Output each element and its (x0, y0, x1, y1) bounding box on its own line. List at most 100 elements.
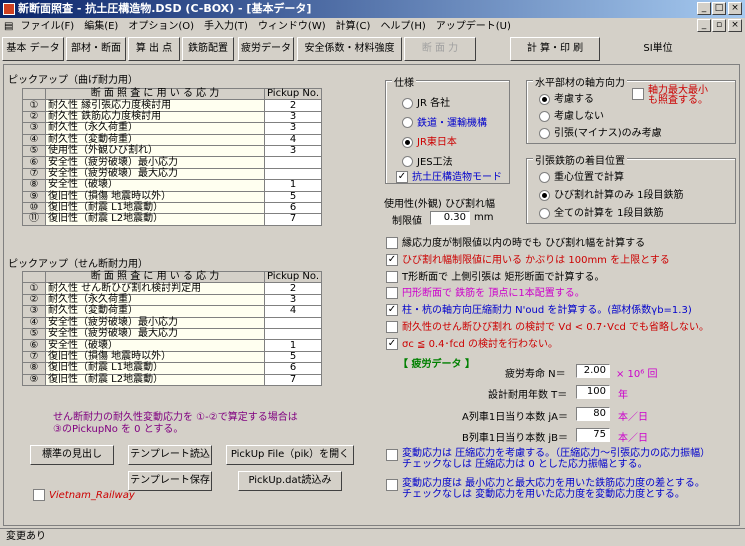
row-stress-label[interactable]: 耐久性 せん断ひび割れ検討判定用 (45, 282, 265, 295)
row-stress-label[interactable]: 耐久性（変動荷重） (45, 133, 265, 146)
rebar-option-0[interactable]: 重心位置で計算 (539, 169, 684, 187)
spec-option-1[interactable]: 鉄道・運輸機構 (402, 114, 487, 134)
row-pickup-no[interactable]: 4 (263, 305, 323, 318)
spec-option-0[interactable]: JR 各社 (402, 94, 487, 114)
pickup-dat-button[interactable]: PickUp.dat読込み (238, 471, 342, 491)
menu-item-7[interactable]: アップデート(U) (436, 21, 511, 32)
tab-calc-points[interactable]: 算 出 点 (128, 37, 180, 61)
tab-section-force[interactable]: 断 面 力 (404, 37, 476, 61)
menu-item-0[interactable]: ファイル(F) (21, 21, 75, 32)
fatigue-check-1[interactable]: 変動応力度は 最小応力と最大応力を用いた鉄筋応力度の差とする。 チェックなしは … (386, 478, 736, 500)
option-check-4[interactable]: ✓ 柱・杭の軸方向圧縮耐力 N'oud を計算する。(部材係数γb=1.3) (386, 303, 709, 320)
fatigue-check-0[interactable]: 変動応力は 圧縮応力を考慮する。（圧縮応力～引張応力の応力振幅） チェックなしは… (386, 448, 736, 470)
row-pickup-no[interactable] (263, 327, 323, 341)
axial-max-min-check[interactable] (632, 88, 644, 100)
row-stress-label[interactable]: 復旧性（耐震 L2地震動） (45, 213, 265, 226)
checkbox-icon[interactable] (386, 237, 398, 249)
row-pickup-no[interactable]: 7 (263, 213, 323, 226)
radio-icon[interactable] (539, 189, 550, 201)
row-stress-label[interactable]: 安全性（疲労破壊）最小応力 (45, 316, 265, 329)
radio-icon[interactable] (402, 136, 413, 148)
option-check-5[interactable]: 耐久性のせん断ひび割れ の検討で Vd < 0.7･Vcd でも省略しない。 (386, 320, 709, 337)
row-pickup-no[interactable] (263, 316, 323, 329)
option-check-3[interactable]: 円形断面で 鉄筋を 頂点に1本配置する。 (386, 286, 709, 303)
template-load-button[interactable]: テンプレート読込 (128, 445, 212, 465)
menu-item-5[interactable]: 計算(C) (336, 21, 371, 32)
row-stress-label[interactable]: 復旧性（耐震 L1地震動） (45, 362, 265, 375)
row-pickup-no[interactable]: 2 (263, 282, 323, 295)
row-stress-label[interactable]: 耐久性（変動荷重） (45, 305, 265, 318)
row-stress-label[interactable]: 復旧性（損傷 地震時以外） (45, 350, 265, 364)
vietnam-checkbox-box[interactable] (33, 489, 45, 501)
close-icon[interactable]: × (728, 2, 742, 15)
checkbox-icon[interactable]: ✓ (386, 253, 398, 266)
row-stress-label[interactable]: 耐久性 鉄筋応力度検討用 (45, 110, 265, 124)
row-stress-label[interactable]: 安全性（疲労破壊）最大応力 (45, 167, 265, 181)
axial-max-min-checkbox[interactable] (632, 88, 648, 100)
menu-item-4[interactable]: ウィンドウ(W) (258, 21, 326, 32)
mdi-minimize-icon[interactable]: _ (697, 19, 711, 32)
row-stress-label[interactable]: 耐久性 縁引張応力度検討用 (45, 99, 265, 112)
option-check-6[interactable]: ✓ σc ≦ 0.4･fcd の検討を行わない。 (386, 337, 709, 354)
design-years-input[interactable]: 100 (576, 385, 610, 399)
row-stress-label[interactable]: 安全性（破壊） (45, 179, 265, 192)
spec-option-2[interactable]: JR東日本 (402, 133, 487, 153)
axial-option-2[interactable]: 引張(マイナス)のみ考慮 (539, 125, 662, 142)
row-pickup-no[interactable]: 5 (263, 350, 323, 364)
crack-limit-input[interactable]: 0.30 (430, 211, 470, 225)
option-check-1[interactable]: ✓ ひび割れ幅制限値に用いる かぶりは 100mm を上限とする (386, 253, 709, 270)
tab-fatigue-data[interactable]: 疲労データ (238, 37, 294, 61)
menu-item-1[interactable]: 編集(E) (84, 21, 118, 32)
fatigue-life-input[interactable]: 2.00 (576, 364, 610, 378)
tab-rebar-layout[interactable]: 鉄筋配置 (182, 37, 234, 61)
checkbox-icon[interactable] (386, 449, 398, 461)
radio-icon[interactable] (539, 207, 550, 219)
row-stress-label[interactable]: 耐久性（永久荷重） (45, 122, 265, 135)
row-pickup-no[interactable]: 3 (263, 293, 323, 307)
tab-basic-data[interactable]: 基本 データ (2, 37, 64, 61)
axial-option-1[interactable]: 考慮しない (539, 108, 662, 125)
tab-safety-factor[interactable]: 安全係数・材料強度 (297, 37, 402, 61)
menu-item-3[interactable]: 手入力(T) (204, 21, 248, 32)
row-pickup-no[interactable]: 6 (263, 201, 323, 215)
checkbox-icon[interactable] (386, 287, 398, 300)
earth-pressure-check[interactable]: ✓ (396, 171, 408, 183)
tab-calc-print[interactable]: 計 算・印 刷 (510, 37, 600, 61)
row-pickup-no[interactable] (263, 156, 323, 169)
row-pickup-no[interactable]: 3 (263, 122, 323, 135)
ja-input[interactable]: 80 (576, 407, 610, 421)
row-stress-label[interactable]: 復旧性（耐震 L2地震動） (45, 373, 265, 386)
radio-icon[interactable] (402, 117, 413, 128)
option-check-0[interactable]: 縁応力度が制限値以内の時でも ひび割れ幅を計算する (386, 236, 709, 253)
row-pickup-no[interactable]: 2 (263, 99, 323, 112)
row-pickup-no[interactable]: 1 (263, 339, 323, 352)
radio-icon[interactable] (539, 171, 550, 183)
checkbox-icon[interactable]: ✓ (386, 304, 398, 317)
row-pickup-no[interactable] (263, 167, 323, 181)
checkbox-icon[interactable] (386, 479, 398, 491)
row-stress-label[interactable]: 安全性（疲労破壊）最大応力 (45, 327, 265, 341)
radio-icon[interactable] (539, 110, 550, 122)
row-pickup-no[interactable]: 6 (263, 362, 323, 375)
row-pickup-no[interactable]: 3 (263, 110, 323, 124)
vietnam-railway-checkbox[interactable]: Vietnam_Railway (33, 489, 135, 501)
tab-si-unit[interactable]: SI単位 (604, 37, 712, 61)
row-stress-label[interactable]: 使用性（外観ひび割れ） (45, 144, 265, 158)
checkbox-icon[interactable]: ✓ (386, 337, 398, 350)
row-stress-label[interactable]: 安全性（破壊） (45, 339, 265, 352)
radio-icon[interactable] (539, 93, 550, 105)
maximize-icon[interactable]: □ (712, 2, 726, 15)
row-stress-label[interactable]: 復旧性（損傷 地震時以外） (45, 190, 265, 203)
radio-icon[interactable] (402, 156, 413, 167)
checkbox-icon[interactable] (386, 320, 398, 333)
radio-icon[interactable] (539, 127, 550, 139)
rebar-option-1[interactable]: ひび割れ計算のみ 1段目鉄筋 (539, 187, 684, 205)
tab-member-section[interactable]: 部材・断面 (66, 37, 126, 61)
option-check-2[interactable]: T形断面で 上側引張は 矩形断面で計算する。 (386, 270, 709, 287)
standard-heading-button[interactable]: 標準の見出し (30, 445, 114, 465)
row-pickup-no[interactable]: 1 (263, 179, 323, 192)
row-stress-label[interactable]: 安全性（疲労破壊）最小応力 (45, 156, 265, 169)
row-stress-label[interactable]: 耐久性（永久荷重） (45, 293, 265, 307)
pickup-open-button[interactable]: PickUp File（pik）を開く (226, 445, 354, 465)
menu-item-6[interactable]: ヘルプ(H) (380, 21, 425, 32)
